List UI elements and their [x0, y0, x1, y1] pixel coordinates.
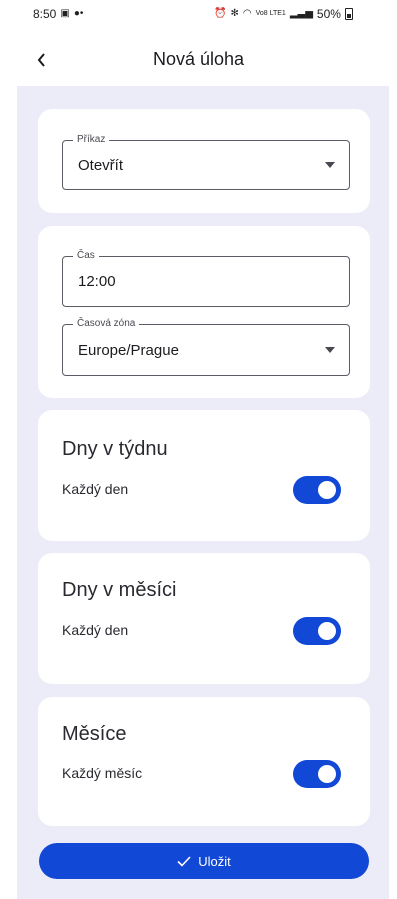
app-bar: Nová úloha	[0, 40, 397, 80]
battery-icon	[344, 8, 353, 20]
time-card: Čas 12:00 Časová zóna Europe/Prague	[38, 226, 370, 398]
checkmark-icon	[177, 855, 191, 867]
months-card: Měsíce Každý měsíc	[38, 697, 370, 826]
battery-percent: 50%	[316, 7, 341, 21]
time-value: 12:00	[78, 273, 116, 290]
status-time-group: 8:50 ▣ ●•	[33, 7, 83, 21]
bluetooth-icon: ✻	[230, 8, 239, 19]
months-title: Měsíce	[62, 723, 127, 745]
toggle-knob	[318, 622, 336, 640]
weekdays-toggle[interactable]	[293, 476, 341, 504]
month-days-title: Dny v měsíci	[62, 579, 177, 601]
status-bar: 8:50 ▣ ●• ⏰ ✻ ◠ Vo8 LTE1 ▂▃▅ 50%	[0, 0, 397, 28]
content-area: Příkaz Otevřít Čas 12:00 Časová zóna Eur…	[17, 86, 389, 899]
months-subtitle: Každý měsíc	[62, 765, 143, 781]
timezone-select[interactable]: Časová zóna Europe/Prague	[62, 318, 350, 376]
month-days-subtitle: Každý den	[62, 622, 129, 638]
months-toggle[interactable]	[293, 760, 341, 788]
time-field[interactable]: Čas 12:00	[62, 250, 350, 307]
save-button[interactable]: Uložit	[39, 843, 369, 879]
weekdays-title: Dny v týdnu	[62, 438, 168, 460]
month-days-toggle[interactable]	[293, 617, 341, 645]
command-select[interactable]: Příkaz Otevřít	[62, 134, 350, 190]
dropdown-arrow-icon	[325, 347, 335, 353]
command-card: Příkaz Otevřít	[38, 109, 370, 213]
status-indicators: ⏰ ✻ ◠ Vo8 LTE1 ▂▃▅ 50%	[214, 7, 353, 21]
page-title: Nová úloha	[152, 49, 245, 69]
save-button-label: Uložit	[198, 853, 231, 869]
command-value: Otevřít	[78, 156, 124, 174]
dropdown-arrow-icon	[325, 162, 335, 168]
network-type: Vo8 LTE1	[255, 10, 286, 17]
timezone-value: Europe/Prague	[78, 341, 179, 359]
signal-icon: ▂▃▅	[289, 8, 313, 19]
notification-icon: ▣	[60, 8, 70, 19]
weekdays-card: Dny v týdnu Každý den	[38, 410, 370, 541]
toggle-knob	[318, 481, 336, 499]
wifi-icon: ◠	[242, 8, 252, 19]
toggle-knob	[318, 765, 336, 783]
alarm-icon: ⏰	[214, 8, 227, 19]
weekdays-subtitle: Každý den	[62, 481, 129, 497]
status-time: 8:50	[33, 7, 57, 21]
media-icon: ●•	[73, 8, 84, 19]
month-days-card: Dny v měsíci Každý den	[38, 553, 370, 684]
